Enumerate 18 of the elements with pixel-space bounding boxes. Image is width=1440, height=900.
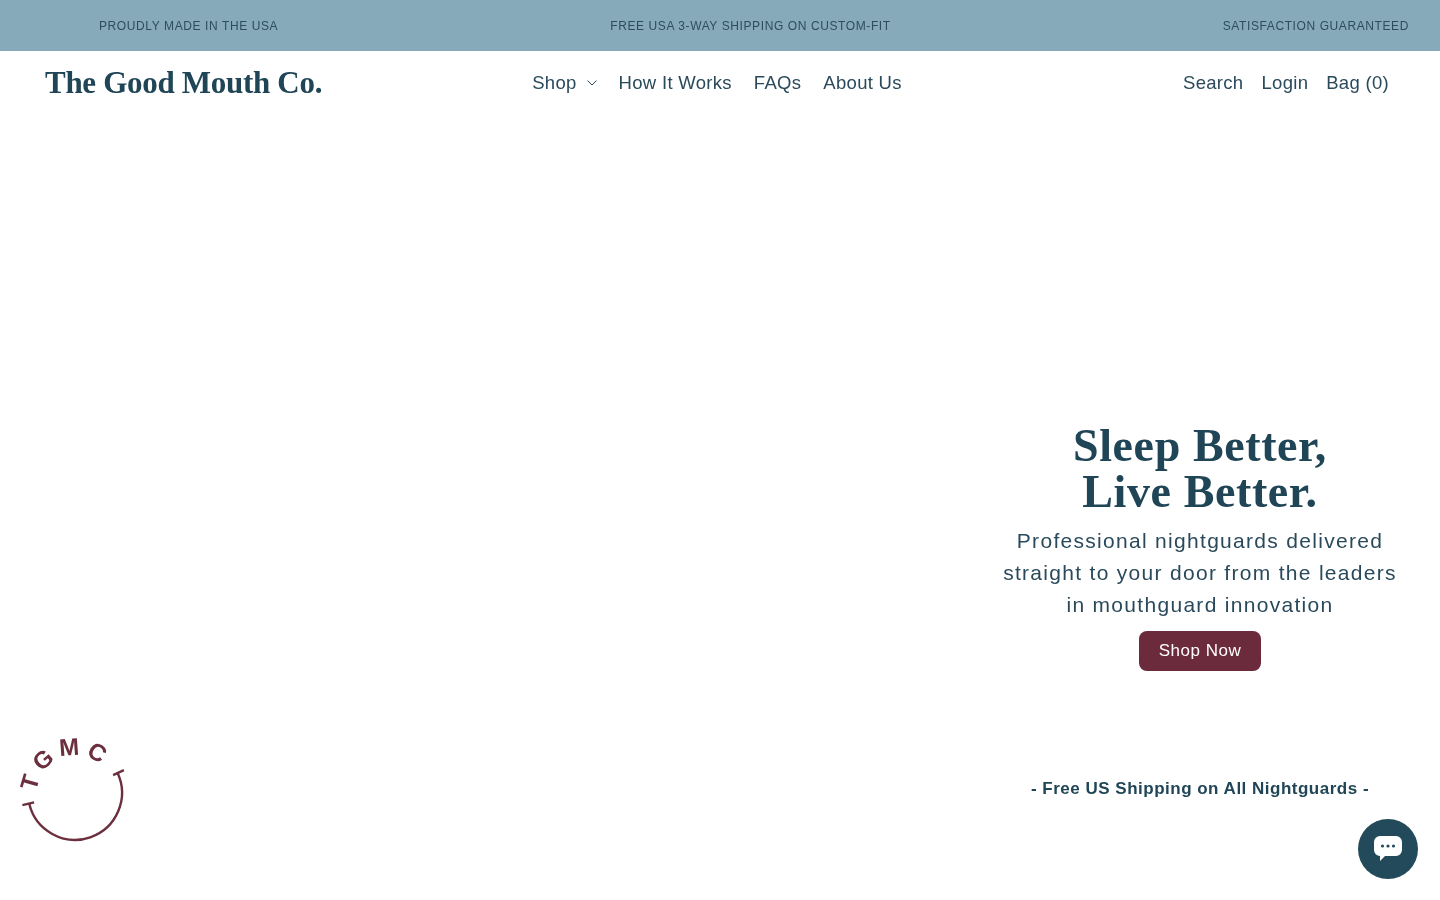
header-link[interactable]: Search — [1183, 72, 1244, 94]
logo-link[interactable]: The Good Mouth Co. — [45, 65, 323, 100]
header-link[interactable]: Login — [1261, 72, 1309, 94]
chat-button[interactable] — [1358, 819, 1418, 879]
header-link[interactable]: Bag (0) — [1326, 72, 1389, 94]
nav-link[interactable]: About Us — [823, 72, 902, 94]
shop-now-button[interactable]: Shop Now — [1139, 631, 1261, 671]
nav-link[interactable]: How It Works — [618, 72, 732, 94]
announcement-text: SATISFACTION GUARANTEED — [1222, 18, 1409, 33]
nav-link[interactable]: FAQs — [753, 72, 802, 94]
caret-icon — [586, 80, 597, 86]
announcement-text: FREE USA 3-WAY SHIPPING ON CUSTOM-FIT — [610, 18, 891, 33]
nav-dropdown[interactable]: Shop — [532, 72, 597, 94]
shipping-note: - Free US Shipping on All Nightguards - — [1030, 779, 1370, 799]
announcement-text: PROUDLY MADE IN THE USA — [99, 18, 279, 33]
hero-heading: Sleep Better, Live Better. — [1073, 423, 1327, 515]
hero-description: Professional nightguards delivered straight to your door from the leaders in mouthguard innovation — [1002, 528, 1398, 618]
chat-bubble-icon — [1373, 835, 1403, 863]
